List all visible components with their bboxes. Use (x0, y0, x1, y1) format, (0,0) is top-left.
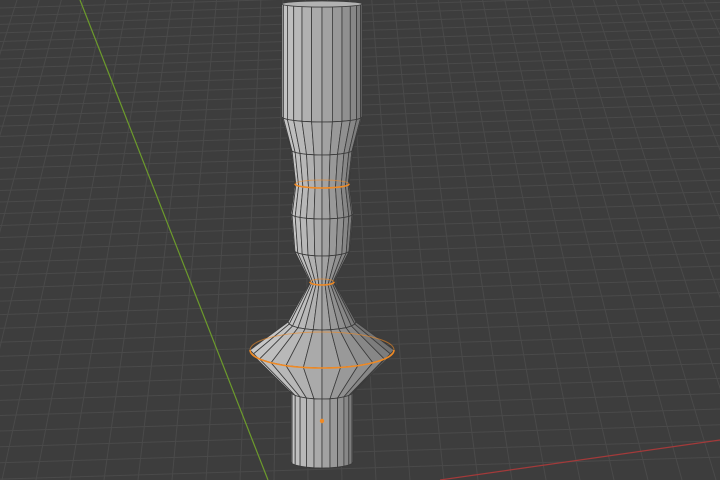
mesh-face (351, 390, 354, 465)
viewport-canvas[interactable] (0, 0, 720, 480)
mesh-face (294, 394, 301, 467)
grid-line-depth (103, 0, 173, 480)
mesh-face (343, 394, 350, 467)
mesh-face (311, 6, 323, 123)
3d-viewport[interactable] (0, 0, 720, 480)
object-origin-dot (319, 418, 325, 424)
mesh-face (356, 4, 362, 121)
grid-line-width (0, 456, 720, 480)
grid-line-width (0, 292, 720, 316)
mesh-face (291, 393, 296, 466)
mesh-top-cap (281, 0, 363, 8)
grid-line-width (0, 145, 720, 169)
mesh-face (306, 217, 316, 257)
mesh-face (313, 154, 323, 189)
mesh-object[interactable] (249, 0, 395, 469)
mesh-face (293, 5, 303, 122)
mesh-face (286, 5, 295, 121)
grid-line-width (0, 156, 720, 180)
x-axis-line (439, 439, 720, 480)
mesh-face (321, 218, 331, 257)
mesh-face (337, 396, 345, 468)
mesh-face (329, 397, 338, 469)
mesh-face (313, 187, 323, 220)
mesh-face (282, 4, 288, 121)
mesh-face (313, 398, 323, 469)
mesh-face (331, 6, 343, 123)
grid-line-width (0, 278, 720, 302)
grid-line-width (0, 252, 720, 276)
grid-line-width (0, 227, 720, 251)
mesh-face (321, 398, 331, 469)
grid-line-width (0, 134, 720, 158)
mesh-face (321, 6, 333, 123)
mesh-face (299, 396, 307, 468)
mesh-face (301, 6, 313, 123)
mesh-face (348, 393, 353, 466)
mesh-face (306, 397, 315, 469)
grid-line-width (0, 202, 720, 226)
mesh-face (341, 5, 351, 122)
mesh-face (349, 5, 358, 121)
grid-line-width (0, 265, 720, 289)
mesh-face (313, 218, 323, 257)
mesh-face (360, 3, 363, 120)
